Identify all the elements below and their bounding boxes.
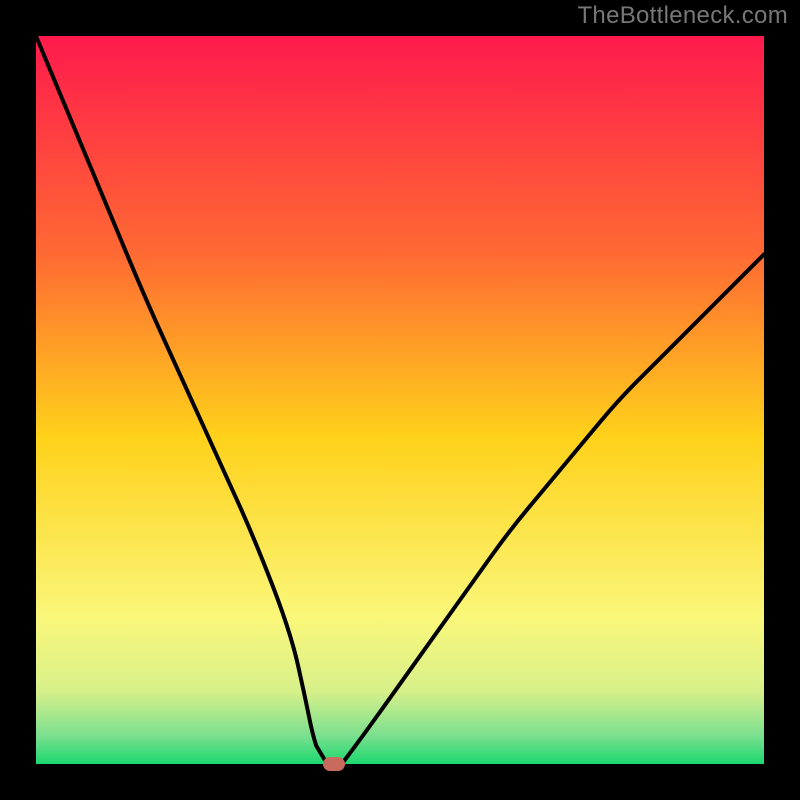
gradient-bg (36, 36, 764, 764)
watermark-text: TheBottleneck.com (577, 2, 788, 30)
optimal-marker (323, 757, 345, 771)
chart-frame: TheBottleneck.com (0, 0, 800, 800)
bottleneck-svg (36, 36, 764, 764)
plot-area (36, 36, 764, 764)
